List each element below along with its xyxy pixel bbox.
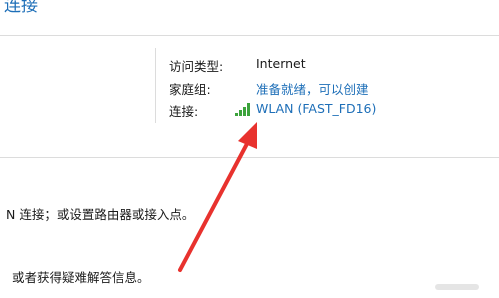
red-arrow-annotation	[178, 122, 257, 272]
network-sharing-center: { "header": { "partial_title": "连接" }, "…	[0, 0, 499, 298]
watermark-mark	[435, 284, 479, 290]
